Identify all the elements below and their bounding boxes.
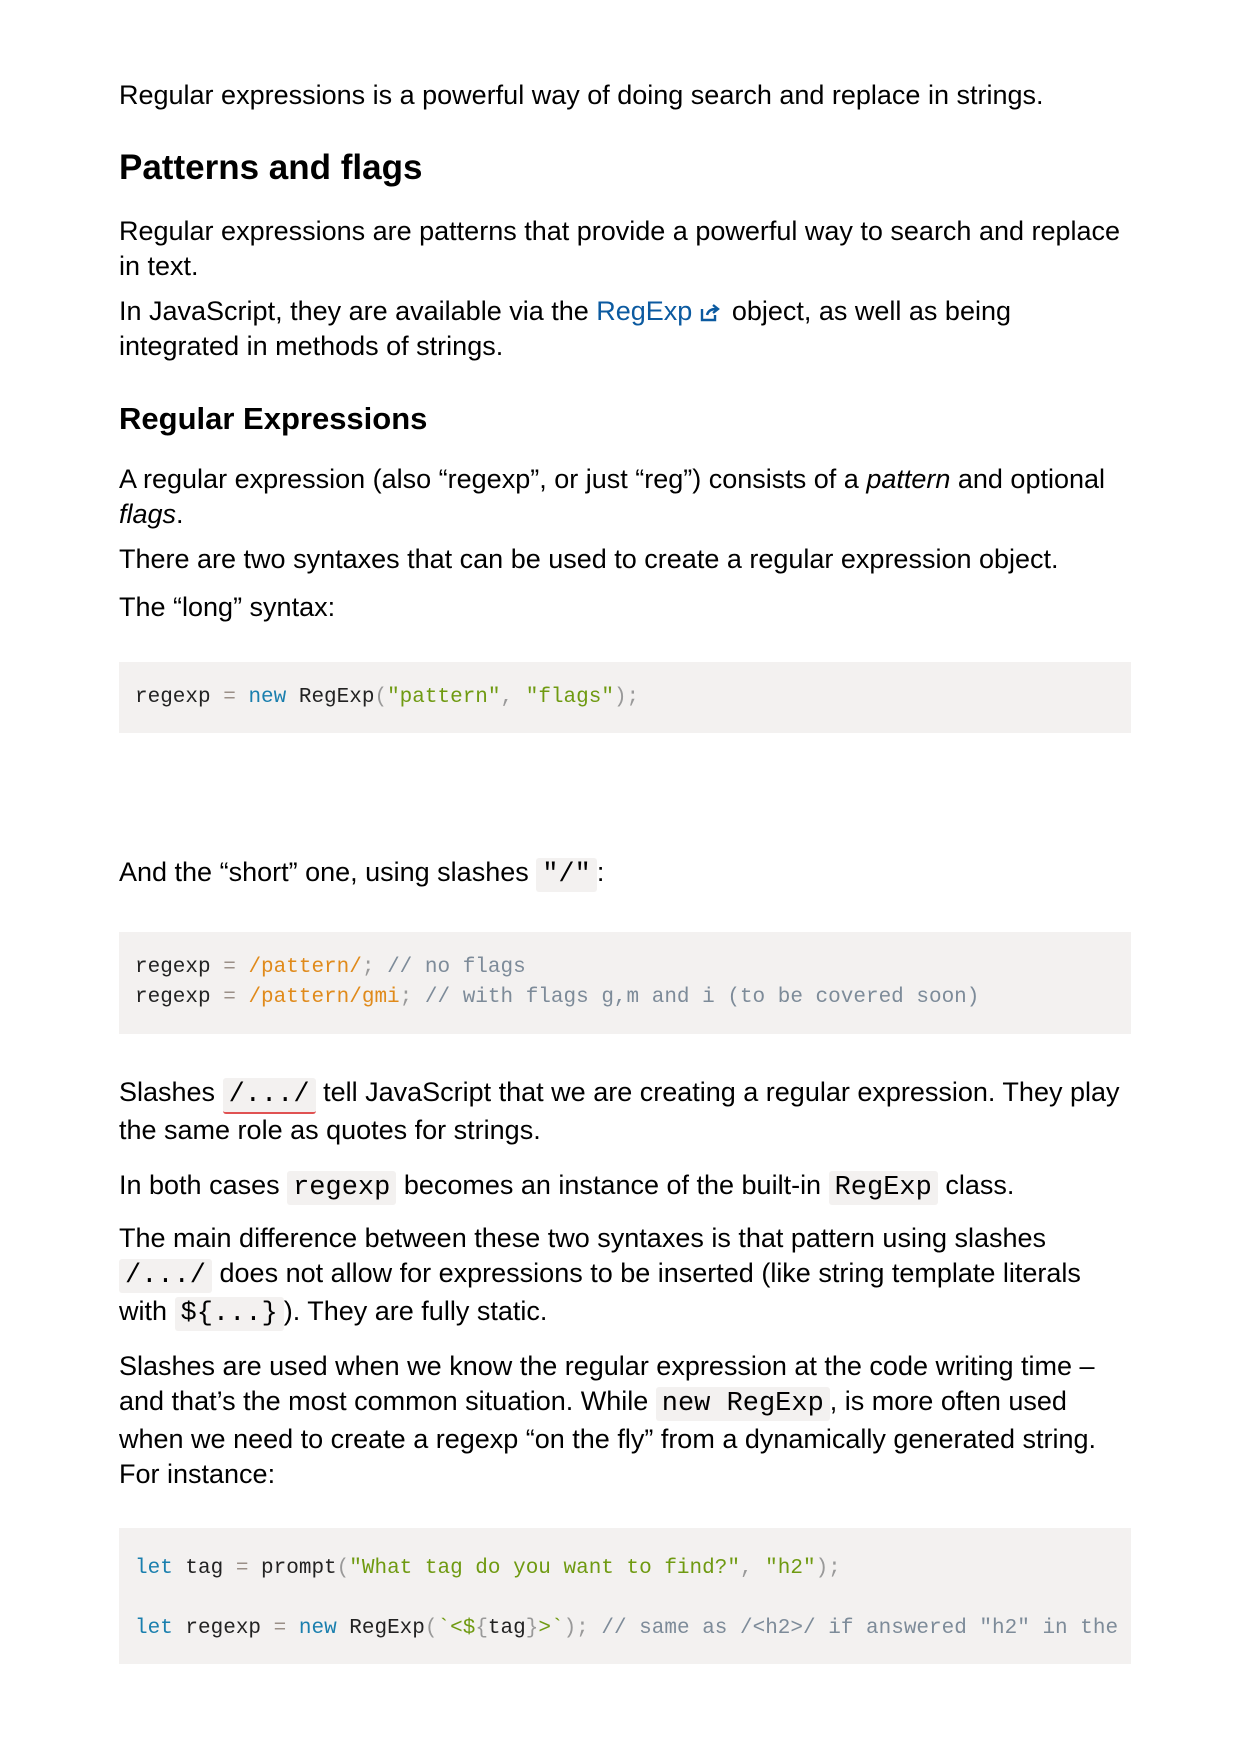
code-token: prompt	[248, 1557, 337, 1580]
code-token: ,	[500, 686, 526, 709]
code-token: (	[424, 1617, 438, 1640]
code-token: let	[135, 1557, 173, 1580]
paragraph-slashes: Slashes /.../ tell JavaScript that we ar…	[119, 1075, 1131, 1148]
emphasis-flags: flags	[119, 499, 177, 529]
code-token: (	[374, 686, 388, 709]
inline-code: /.../	[222, 1078, 316, 1114]
code-token: regexp	[135, 956, 211, 979]
code-line: regexp = /pattern/gmi; // with flags g,m…	[135, 986, 979, 1009]
code-block-short-syntax: regexp = /pattern/; // no flags regexp =…	[119, 932, 1131, 1034]
code-token: "flags"	[525, 686, 614, 709]
code-token: );	[815, 1557, 841, 1580]
code-token: =	[273, 1617, 287, 1640]
code-comment: // same as /<h2>/ if answered "h2" in th…	[601, 1617, 1131, 1640]
code-token: `<$	[437, 1617, 476, 1640]
code-token: regexp	[135, 686, 211, 709]
paragraph-patterns: Regular expressions are patterns that pr…	[119, 216, 1121, 281]
code-token: }	[525, 1617, 539, 1640]
code-token: =	[210, 956, 249, 979]
inline-code: RegExp	[828, 1171, 938, 1205]
heading-patterns-and-flags: Patterns and flags	[119, 148, 423, 187]
heading-regular-expressions: Regular Expressions	[119, 401, 428, 436]
code-line: regexp = /pattern/; // no flags	[135, 956, 526, 979]
code-token: =	[210, 986, 249, 1009]
paragraph-two-syntaxes: There are two syntaxes that can be used …	[119, 544, 1059, 574]
text: .	[176, 499, 184, 529]
inline-code: new RegExp	[655, 1387, 830, 1421]
code-token: /pattern/gmi	[248, 986, 400, 1009]
code-token: "pattern"	[387, 686, 501, 709]
code-block-dynamic-regexp: let tag = prompt("What tag do you want t…	[119, 1528, 1131, 1664]
paragraph-both-cases: In both cases regexp becomes an instance…	[119, 1168, 1131, 1206]
code-token: );	[613, 686, 640, 709]
text: In both cases	[119, 1170, 288, 1200]
code-token: "h2"	[765, 1557, 816, 1580]
paragraph-slashes-usage: Slashes are used when we know the regula…	[119, 1349, 1131, 1492]
code-token: RegExp	[286, 686, 375, 709]
code-token: tag	[487, 1617, 526, 1640]
code-token: let	[135, 1617, 173, 1640]
code-line: let tag = prompt("What tag do you want t…	[135, 1557, 841, 1580]
external-link-icon	[701, 304, 721, 322]
code-token: /pattern/	[248, 956, 362, 979]
code-token: ;	[399, 986, 425, 1009]
code-token: >`	[538, 1617, 564, 1640]
text: and optional	[950, 464, 1106, 494]
emphasis-pattern: pattern	[866, 464, 951, 494]
code-token: "What tag do you want to find?"	[349, 1557, 740, 1580]
regexp-link[interactable]: RegExp	[596, 296, 724, 326]
text: And the “short” one, using slashes	[119, 857, 537, 887]
text: :	[596, 857, 605, 887]
code-line: let regexp = new RegExp(`<${tag}>`); // …	[135, 1617, 1131, 1640]
inline-code: /.../	[119, 1259, 213, 1293]
code-comment: // with flags g,m and i (to be covered s…	[424, 986, 980, 1009]
code-token: ,	[739, 1557, 766, 1580]
code-token: {	[475, 1617, 488, 1640]
text: A regular expression (also “regexp”, or …	[119, 464, 867, 494]
paragraph-short-syntax: And the “short” one, using slashes "/":	[119, 855, 1131, 893]
code-token: RegExp	[336, 1617, 425, 1640]
inline-code: "/"	[536, 858, 597, 892]
code-token: (	[336, 1557, 350, 1580]
intro-paragraph: Regular expressions is a powerful way of…	[119, 80, 1044, 110]
text: becomes an instance of the built-in	[396, 1170, 829, 1200]
paragraph-regexp-object: In JavaScript, they are available via th…	[119, 294, 1131, 364]
inline-code: regexp	[287, 1171, 397, 1205]
code-comment: // no flags	[387, 956, 526, 979]
text: ). They are fully static.	[283, 1296, 548, 1326]
text: In JavaScript, they are available via th…	[119, 296, 597, 326]
code-token: tag	[172, 1557, 236, 1580]
code-token: =	[210, 686, 249, 709]
text: class.	[937, 1170, 1015, 1200]
code-token: new	[248, 686, 287, 709]
inline-code: ${...}	[174, 1297, 284, 1331]
code-token: );	[563, 1617, 602, 1640]
code-token: =	[235, 1557, 249, 1580]
paragraph-regexp-definition: A regular expression (also “regexp”, or …	[119, 462, 1131, 532]
code-token: ;	[361, 956, 388, 979]
paragraph-long-syntax: The “long” syntax:	[119, 592, 336, 622]
paragraph-main-difference: The main difference between these two sy…	[119, 1221, 1131, 1332]
code-token: new	[298, 1617, 337, 1640]
text: The main difference between these two sy…	[119, 1223, 1047, 1253]
code-token: regexp	[172, 1617, 274, 1640]
regexp-link-label: RegExp	[596, 296, 693, 326]
code-block-long-syntax: regexp = new RegExp("pattern", "flags");	[119, 662, 1131, 733]
text: Slashes	[119, 1077, 223, 1107]
code-token: regexp	[135, 986, 211, 1009]
